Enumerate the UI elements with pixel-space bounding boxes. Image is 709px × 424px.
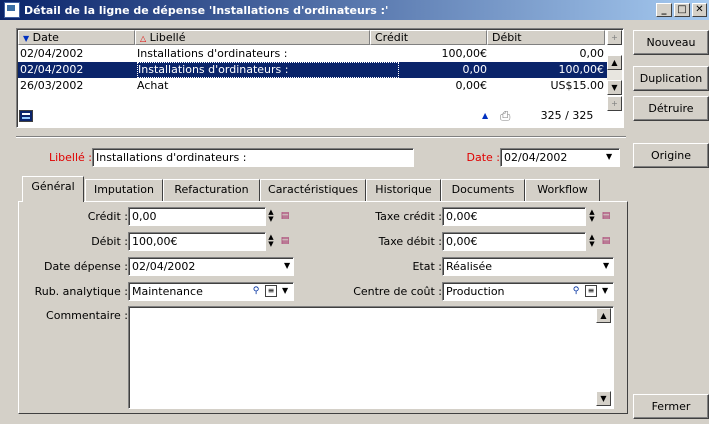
currency-icon[interactable]: ▤ bbox=[600, 235, 612, 247]
currency-icon[interactable]: ▤ bbox=[279, 210, 291, 222]
centre-cout-label: Centre de coût : bbox=[353, 285, 442, 298]
scrollbar-track[interactable] bbox=[607, 70, 622, 80]
search-icon[interactable]: ⚲ bbox=[570, 285, 582, 297]
delete-button[interactable]: Détruire bbox=[633, 96, 709, 121]
table-row-selected[interactable]: 02/04/2002 Installations d'ordinateurs :… bbox=[18, 62, 607, 78]
libelle-field[interactable]: Installations d'ordinateurs : bbox=[92, 148, 414, 167]
spin-icon[interactable]: ▲ ▼ bbox=[587, 209, 597, 224]
date-label: Date : bbox=[466, 151, 501, 164]
scroll-down-button[interactable]: ▼ bbox=[596, 391, 611, 406]
chevron-down-icon[interactable]: ▼ bbox=[284, 261, 290, 270]
minimize-button[interactable]: _ bbox=[656, 3, 672, 17]
chevron-down-icon[interactable]: ▼ bbox=[602, 286, 608, 295]
debit-label: Débit : bbox=[91, 235, 128, 248]
list-view-icon[interactable] bbox=[19, 110, 33, 122]
rub-analytique-label: Rub. analytique : bbox=[34, 285, 128, 298]
scroll-end-button[interactable]: + bbox=[607, 96, 622, 111]
spin-icon[interactable]: ▲ ▼ bbox=[266, 234, 276, 249]
column-header-libelle[interactable]: △ Libellé bbox=[135, 30, 370, 45]
record-count: 325 / 325 bbox=[540, 109, 594, 122]
search-icon[interactable]: ⚲ bbox=[250, 285, 262, 297]
tab-historique[interactable]: Historique bbox=[366, 179, 441, 201]
column-header-debit[interactable]: Débit bbox=[487, 30, 605, 45]
window-title: Détail de la ligne de dépense 'Installat… bbox=[24, 3, 389, 17]
column-chooser-button[interactable]: + bbox=[607, 30, 622, 45]
date-depense-field[interactable]: 02/04/2002 bbox=[128, 257, 294, 276]
tab-workflow[interactable]: Workflow bbox=[525, 179, 600, 201]
chevron-down-icon[interactable]: ▼ bbox=[282, 286, 288, 295]
commentaire-label: Commentaire : bbox=[46, 309, 128, 322]
close-button[interactable]: ✕ bbox=[692, 3, 707, 17]
duplicate-button[interactable]: Duplication bbox=[633, 66, 709, 91]
sort-up-icon: △ bbox=[140, 34, 147, 43]
scroll-up-button[interactable]: ▲ bbox=[607, 55, 622, 70]
detail-icon[interactable]: ≡ bbox=[265, 285, 277, 297]
chevron-down-icon[interactable]: ▼ bbox=[606, 152, 612, 161]
column-header-credit[interactable]: Crédit bbox=[370, 30, 487, 45]
close-window-button[interactable]: Fermer bbox=[633, 394, 709, 419]
chevron-down-icon[interactable]: ▼ bbox=[603, 261, 609, 270]
debit-field[interactable]: 100,00€ bbox=[128, 232, 266, 251]
date-depense-label: Date dépense : bbox=[44, 260, 128, 273]
taxe-credit-field[interactable]: 0,00€ bbox=[442, 207, 586, 226]
new-button[interactable]: Nouveau bbox=[633, 30, 709, 55]
date-field[interactable]: 02/04/2002 bbox=[500, 148, 620, 167]
maximize-button[interactable]: □ bbox=[674, 3, 690, 17]
taxe-debit-label: Taxe débit : bbox=[378, 235, 442, 248]
origin-button[interactable]: Origine bbox=[633, 143, 709, 168]
table-row[interactable]: 02/04/2002 Installations d'ordinateurs :… bbox=[18, 46, 607, 62]
credit-field[interactable]: 0,00 bbox=[128, 207, 266, 226]
tab-caracteristiques[interactable]: Caractéristiques bbox=[260, 179, 366, 201]
spin-icon[interactable]: ▲ ▼ bbox=[266, 209, 276, 224]
currency-icon[interactable]: ▤ bbox=[279, 235, 291, 247]
credit-label: Crédit : bbox=[87, 210, 128, 223]
print-icon[interactable]: ⎙ bbox=[500, 109, 510, 124]
detail-icon[interactable]: ≡ bbox=[585, 285, 597, 297]
scroll-up-button[interactable]: ▲ bbox=[596, 308, 611, 323]
taxe-credit-label: Taxe crédit : bbox=[375, 210, 442, 223]
divider bbox=[16, 136, 626, 138]
column-header-date[interactable]: ▼ Date bbox=[18, 30, 135, 45]
tab-refacturation[interactable]: Refacturation bbox=[163, 179, 260, 201]
currency-icon[interactable]: ▤ bbox=[600, 210, 612, 222]
tab-documents[interactable]: Documents bbox=[441, 179, 525, 201]
title-bar: Détail de la ligne de dépense 'Installat… bbox=[0, 0, 709, 20]
window-icon[interactable] bbox=[4, 2, 20, 18]
etat-label: Etat : bbox=[412, 260, 442, 273]
sort-down-icon: ▼ bbox=[23, 34, 30, 43]
scroll-down-button[interactable]: ▼ bbox=[607, 80, 622, 95]
spin-icon[interactable]: ▲ ▼ bbox=[587, 234, 597, 249]
collapse-icon[interactable]: ▲ bbox=[482, 111, 488, 120]
table-row[interactable]: 26/03/2002 Achat 0,00€ US$15.00 bbox=[18, 78, 607, 94]
tab-general[interactable]: Général bbox=[22, 176, 84, 202]
commentaire-field[interactable] bbox=[128, 306, 614, 409]
tab-imputation[interactable]: Imputation bbox=[85, 179, 163, 201]
taxe-debit-field[interactable]: 0,00€ bbox=[442, 232, 586, 251]
libelle-label: Libellé : bbox=[48, 151, 92, 164]
etat-field[interactable]: Réalisée bbox=[442, 257, 614, 276]
